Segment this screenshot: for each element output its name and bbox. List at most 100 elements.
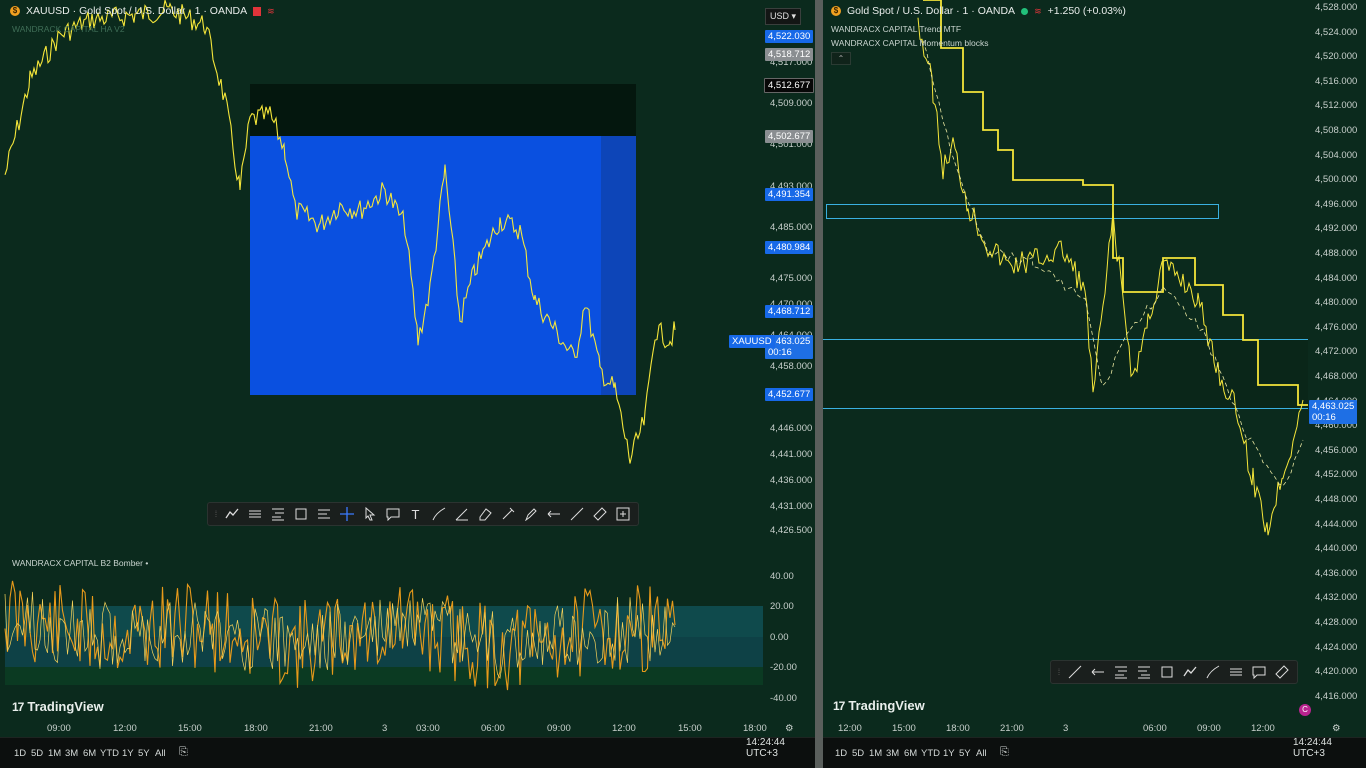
- timeframe-5y[interactable]: 5Y: [959, 748, 971, 759]
- arrow-left-icon[interactable]: [542, 503, 565, 525]
- price-axis-label: 4,528.000: [1315, 2, 1358, 13]
- horizontal-ray-icon[interactable]: [312, 503, 335, 525]
- text-tool-icon[interactable]: T: [404, 503, 427, 525]
- flag-icon[interactable]: [253, 6, 262, 16]
- price-tag[interactable]: 4,502.677: [765, 130, 814, 143]
- rectangle-tool-icon[interactable]: [289, 503, 312, 525]
- collapse-chevron-icon[interactable]: ⌃: [831, 52, 851, 65]
- waves-icon[interactable]: ≋: [1034, 6, 1042, 17]
- timeframe-1y[interactable]: 1Y: [122, 748, 134, 759]
- time-label: 09:00: [547, 723, 571, 734]
- price-line-chart[interactable]: [0, 0, 760, 520]
- crosshair-icon[interactable]: [335, 503, 358, 525]
- ruler-icon[interactable]: [588, 503, 611, 525]
- parallel-channel-icon[interactable]: [243, 503, 266, 525]
- trend-line-icon[interactable]: [565, 503, 588, 525]
- settings-gear-icon[interactable]: ⚙: [785, 723, 794, 734]
- price-tag[interactable]: 4,518.712: [765, 48, 814, 61]
- toolbar-grip-icon[interactable]: ⁞: [212, 503, 220, 525]
- drawing-toolbar[interactable]: ⁞: [1050, 660, 1298, 684]
- eraser-icon[interactable]: [473, 503, 496, 525]
- polyline-tool-icon[interactable]: [220, 503, 243, 525]
- fib-extension-icon[interactable]: [1132, 661, 1155, 683]
- price-axis-label: 4,416.000: [1315, 690, 1358, 702]
- chart-header[interactable]: $ Gold Spot / U.S. Dollar · 1 · OANDA ≋ …: [831, 5, 1126, 17]
- osc-axis-label: 40.00: [770, 571, 794, 582]
- countdown: 00:16: [1312, 412, 1336, 423]
- time-label: 3: [382, 723, 388, 734]
- tradingview-logo[interactable]: 17 TradingView: [833, 698, 925, 713]
- timeframe-3m[interactable]: 3M: [886, 748, 899, 759]
- indicator-label-1[interactable]: WANDRACX CAPITAL Trend MTF: [831, 24, 961, 34]
- logo-text: TradingView: [27, 699, 104, 714]
- timeframe-5d[interactable]: 5D: [852, 748, 864, 759]
- trend-line-icon[interactable]: [1063, 661, 1086, 683]
- symbol-title[interactable]: Gold Spot / U.S. Dollar · 1 · OANDA: [847, 5, 1015, 17]
- oscillator-chart[interactable]: [0, 565, 760, 705]
- indicator-label-2[interactable]: WANDRACX CAPITAL Momentum blocks: [831, 38, 988, 48]
- pane-divider[interactable]: [815, 0, 823, 768]
- brush-icon[interactable]: [427, 503, 450, 525]
- timeframe-1m[interactable]: 1M: [48, 748, 61, 759]
- cursor-icon[interactable]: [358, 503, 381, 525]
- timeframe-6m[interactable]: 6M: [904, 748, 917, 759]
- timeframe-5y[interactable]: 5Y: [138, 748, 150, 759]
- price-series-line: [917, 17, 1304, 536]
- timeframe-6m[interactable]: 6M: [83, 748, 96, 759]
- timeframe-all[interactable]: All: [976, 748, 987, 759]
- price-tag[interactable]: 4,491.354: [765, 188, 814, 201]
- indicator-label-bottom[interactable]: WANDRACX CAPITAL B2 Bomber •: [12, 558, 148, 568]
- clock[interactable]: 14:24:44 UTC+3: [746, 737, 815, 759]
- callout-icon[interactable]: [1247, 661, 1270, 683]
- symbol-title[interactable]: XAUUSD · Gold Spot / U.S. Dollar · 1 · O…: [26, 5, 247, 17]
- price-tag[interactable]: 4,452.677: [765, 388, 814, 401]
- price-tag[interactable]: 4,468.712: [765, 305, 814, 318]
- price-axis-label: 4,492.000: [1315, 223, 1358, 235]
- brush-icon[interactable]: [1201, 661, 1224, 683]
- price-tag[interactable]: 4,480.984: [765, 241, 814, 254]
- chart-pane-left[interactable]: $ XAUUSD · Gold Spot / U.S. Dollar · 1 ·…: [0, 0, 815, 768]
- price-axis-label: 4,420.000: [1315, 666, 1358, 678]
- date-range-icon[interactable]: ⎘: [1000, 746, 1009, 759]
- ruler-icon[interactable]: [1270, 661, 1293, 683]
- date-range-icon[interactable]: ⎘: [179, 746, 188, 759]
- indicator-label-top[interactable]: WANDRACK CAPITAL HA V2: [12, 24, 125, 34]
- drawing-toolbar[interactable]: ⁞ T: [207, 502, 639, 526]
- price-tag[interactable]: 4,522.030: [765, 30, 814, 43]
- parallel-channel-icon[interactable]: [1224, 661, 1247, 683]
- timeframe-all[interactable]: All: [155, 748, 166, 759]
- waves-icon[interactable]: ≋: [267, 6, 275, 17]
- alert-icon[interactable]: C: [1299, 704, 1311, 716]
- chart-pane-right[interactable]: $ Gold Spot / U.S. Dollar · 1 · OANDA ≋ …: [823, 0, 1366, 768]
- timeframe-1d[interactable]: 1D: [835, 748, 847, 759]
- timeframe-5d[interactable]: 5D: [31, 748, 43, 759]
- tradingview-logo[interactable]: 17 TradingView: [12, 699, 104, 714]
- bottom-toolbar: 1D 5D 1M 3M 6M YTD 1Y 5Y All ⎘ 14:24:44 …: [823, 737, 1366, 768]
- chart-header[interactable]: $ XAUUSD · Gold Spot / U.S. Dollar · 1 ·…: [10, 5, 275, 17]
- price-line-chart[interactable]: [823, 0, 1308, 600]
- highlighter-icon[interactable]: [519, 503, 542, 525]
- pen-icon[interactable]: [496, 503, 519, 525]
- fib-tool-icon[interactable]: [266, 503, 289, 525]
- timeframe-1d[interactable]: 1D: [14, 748, 26, 759]
- polyline-tool-icon[interactable]: [1178, 661, 1201, 683]
- trend-angle-icon[interactable]: [450, 503, 473, 525]
- price-tag[interactable]: 4,512.677: [764, 78, 815, 93]
- tv-mark-icon: 17: [12, 699, 24, 714]
- rectangle-tool-icon[interactable]: [1155, 661, 1178, 683]
- timeframe-3m[interactable]: 3M: [65, 748, 78, 759]
- time-label: 18:00: [743, 723, 767, 734]
- last-price-tag[interactable]: 4,463.025 00:16: [1309, 400, 1358, 424]
- timeframe-1y[interactable]: 1Y: [943, 748, 955, 759]
- settings-gear-icon[interactable]: ⚙: [1332, 723, 1341, 734]
- currency-select[interactable]: USD ▾: [765, 8, 802, 25]
- fib-tool-icon[interactable]: [1109, 661, 1132, 683]
- toolbar-grip-icon[interactable]: ⁞: [1055, 661, 1063, 683]
- add-tool-icon[interactable]: [611, 503, 634, 525]
- clock[interactable]: 14:24:44 UTC+3: [1293, 737, 1366, 759]
- timeframe-1m[interactable]: 1M: [869, 748, 882, 759]
- timeframe-ytd[interactable]: YTD: [921, 748, 940, 759]
- timeframe-ytd[interactable]: YTD: [100, 748, 119, 759]
- callout-icon[interactable]: [381, 503, 404, 525]
- arrow-left-icon[interactable]: [1086, 661, 1109, 683]
